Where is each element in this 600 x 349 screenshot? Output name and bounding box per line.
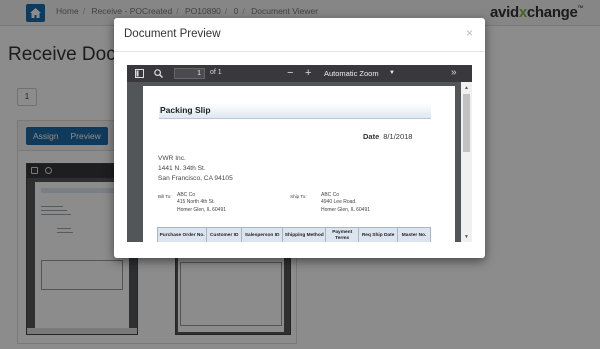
ship-to-label: Ship To: (290, 194, 307, 199)
scroll-up-icon[interactable]: ▲ (464, 85, 469, 91)
vendor-address: VWR Inc. 1441 N. 34th St. San Francisco,… (158, 154, 233, 184)
bill-to-address: ABC Co 415 North 4th St. Homer Glen, IL … (177, 192, 226, 214)
packing-slip-title: Packing Slip (159, 103, 431, 119)
column-header: Req Ship Date (358, 227, 399, 242)
vendor-line: VWR Inc. (158, 155, 186, 162)
zoom-value: Automatic Zoom (324, 69, 379, 78)
date-row: Date 8/1/2018 (363, 132, 412, 141)
bill-to-line: ABC Co (177, 192, 196, 198)
bill-to-label: Bill To: (158, 194, 172, 199)
column-header: Customer ID (206, 227, 243, 242)
pdf-toolbar: 1 of 1 − + Automatic Zoom ▼ » (127, 65, 472, 82)
chevron-down-icon: ▼ (389, 70, 395, 76)
modal-divider (114, 51, 485, 52)
tools-menu-button[interactable]: » (451, 67, 457, 79)
ship-to-line: 4940 Lee Road. (321, 199, 357, 206)
page-number-input[interactable]: 1 (174, 68, 205, 79)
scroll-thumb[interactable] (463, 94, 470, 152)
date-label: Date (363, 132, 380, 141)
zoom-in-button[interactable]: + (305, 66, 311, 80)
column-header: Payment Terms (325, 227, 360, 242)
ship-to-line: Homer Glen, IL 60491 (321, 206, 371, 213)
scroll-down-icon[interactable]: ▼ (464, 234, 469, 240)
search-icon[interactable] (154, 69, 163, 78)
bill-to-line: 415 North 4th St. (177, 199, 215, 206)
column-header: Master No. (397, 227, 431, 242)
order-details-table: Purchase Order No. Customer ID Salespers… (156, 227, 431, 242)
bill-to-line: Homer Glen, IL 60491 (177, 206, 227, 213)
zoom-select[interactable]: Automatic Zoom ▼ (321, 68, 397, 79)
column-header: Shipping Method (282, 227, 327, 242)
table-header-row: Purchase Order No. Customer ID Salespers… (156, 227, 431, 242)
vendor-line: 1441 N. 34th St. (158, 165, 206, 172)
modal-title: Document Preview (124, 28, 221, 40)
column-header: Purchase Order No. (156, 227, 208, 242)
document-preview-modal: Document Preview × 1 of 1 − + Automatic … (114, 18, 485, 258)
vertical-scrollbar[interactable]: ▲ ▼ (461, 82, 472, 242)
sidebar-toggle-icon[interactable] (135, 69, 144, 78)
ship-to-line: ABC Co (321, 192, 340, 198)
pdf-page: Packing Slip Date 8/1/2018 VWR Inc. 1441 … (143, 86, 455, 242)
ship-to-address: ABC Co 4940 Lee Road. Homer Glen, IL 604… (321, 192, 370, 214)
column-header: Salesperson ID (241, 227, 284, 242)
pdf-viewer: 1 of 1 − + Automatic Zoom ▼ » Packing Sli… (127, 65, 472, 242)
date-value: 8/1/2018 (383, 132, 413, 141)
close-icon[interactable]: × (466, 26, 473, 40)
zoom-out-button[interactable]: − (287, 66, 293, 80)
page-count: of 1 (210, 69, 222, 76)
vendor-line: San Francisco, CA 94105 (158, 175, 233, 182)
